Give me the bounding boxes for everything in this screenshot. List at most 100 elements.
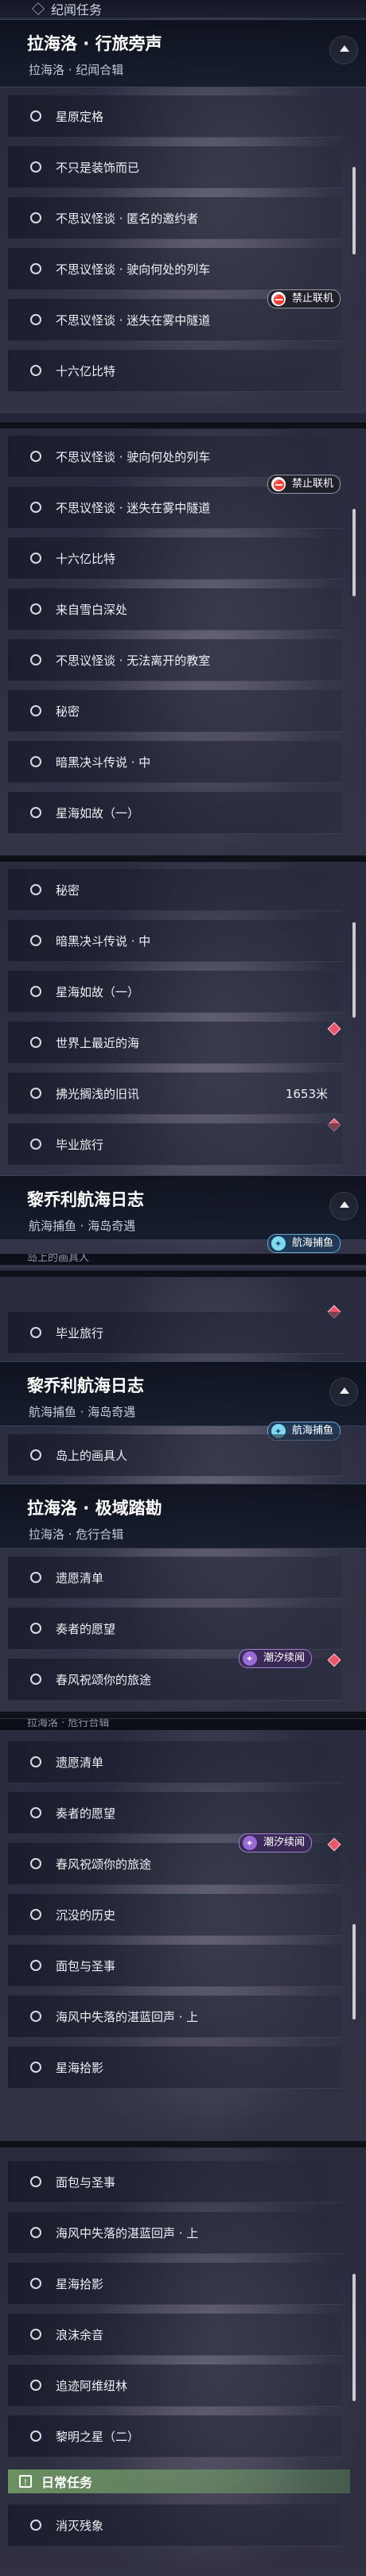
quest-item[interactable]: 秘密 <box>8 690 342 732</box>
quest-item[interactable]: 面包与圣事 <box>8 1945 342 1987</box>
scrollbar[interactable] <box>352 167 356 254</box>
quest-book-icon: ! <box>19 2475 32 2488</box>
quest-item[interactable]: 秘密 <box>8 869 342 911</box>
quest-group-header[interactable]: 黎乔利航海日志 航海捕鱼 · 海岛奇遇 <box>0 1361 366 1426</box>
quest-item[interactable]: 黎明之星（二） <box>8 2415 342 2458</box>
scrollbar[interactable] <box>352 509 356 596</box>
quest-item[interactable]: 星海如故（一） <box>8 971 342 1013</box>
group-subtitle: 拉海洛 · 纪闻合辑 <box>29 63 124 77</box>
quest-item[interactable]: 奏者的愿望 <box>8 1792 342 1834</box>
quest-item[interactable]: 来自雪白深处 <box>8 588 342 630</box>
quest-bullet-icon <box>30 807 41 818</box>
quest-item[interactable]: 不思议怪谈 · 驶向何处的列车 <box>8 436 342 478</box>
quest-label: 黎明之星（二） <box>56 2429 140 2444</box>
quest-label: 暗黑决斗传说 · 中 <box>56 933 151 949</box>
section-divider <box>0 1711 366 1719</box>
quest-label: 追迹阿维纽林 <box>56 2378 128 2393</box>
quest-item[interactable]: 浪沫余音 <box>8 2314 342 2356</box>
quest-label: 浪沫余音 <box>56 2327 104 2342</box>
fishing-icon <box>271 1236 286 1253</box>
quest-label: 星原定格 <box>56 109 104 124</box>
quest-item[interactable]: 海风中失落的湛蓝回声 · 上 <box>8 1996 342 2038</box>
quest-item[interactable]: 星海拾影 <box>8 2046 342 2089</box>
quest-bullet-icon <box>30 986 41 997</box>
collapse-button[interactable] <box>329 1378 358 1406</box>
quest-label: 面包与圣事 <box>56 2174 116 2190</box>
quest-item[interactable]: 不思议怪谈 · 驶向何处的列车 <box>8 248 342 290</box>
quest-bullet-icon <box>30 314 41 325</box>
quest-bullet-icon <box>30 2062 41 2073</box>
quest-bullet-icon <box>30 1960 41 1971</box>
quest-label: 不思议怪谈 · 迷失在雾中隧道 <box>56 500 211 515</box>
clipped-header: 拉海洛 · 危行合辑 <box>0 1719 366 1730</box>
scrollbar[interactable] <box>352 2274 356 2401</box>
quest-bullet-icon <box>30 263 41 274</box>
quest-label: 毕业旅行 <box>56 1325 104 1340</box>
quest-item[interactable]: 不只是装饰而已 <box>8 146 342 188</box>
quest-item[interactable]: 毕业旅行 <box>8 1123 342 1166</box>
scrollbar[interactable] <box>352 922 356 1018</box>
quest-item[interactable]: 星海如故（一） <box>8 792 342 834</box>
quest-bullet-icon <box>30 502 41 513</box>
collapse-button[interactable] <box>329 36 358 64</box>
quest-item[interactable]: 拂光搁浅的旧讯 1653米 <box>8 1073 342 1115</box>
quest-bullet-icon <box>30 756 41 767</box>
quest-label: 岛上的画具人 <box>56 1448 128 1463</box>
quest-item[interactable]: 面包与圣事 <box>8 2161 342 2203</box>
quest-label: 毕业旅行 <box>56 1137 104 1152</box>
group-subtitle: 航海捕鱼 · 海岛奇遇 <box>29 1219 136 1233</box>
quest-item[interactable]: 消灭残象 <box>8 2504 342 2547</box>
quest-item[interactable]: 追迹阿维纽林 <box>8 2365 342 2407</box>
quest-item[interactable]: 奏者的愿望 <box>8 1608 342 1650</box>
tide-tag: 潮汐续闻 <box>239 1833 313 1852</box>
quest-item[interactable]: 星海拾影 <box>8 2263 342 2305</box>
category-breadcrumb: 纪闻任务 <box>0 0 366 17</box>
quest-label: 奏者的愿望 <box>56 1806 116 1821</box>
quest-label: 春风祝颂你的旅途 <box>56 1672 152 1687</box>
quest-item[interactable]: 十六亿比特 <box>8 350 342 392</box>
quest-bullet-icon <box>30 111 41 122</box>
quest-item[interactable]: 毕业旅行 <box>8 1312 342 1354</box>
quest-item[interactable]: 遗愿清单 <box>8 1741 342 1783</box>
quest-item[interactable]: 不思议怪谈 · 匿名的邀约者 <box>8 197 342 239</box>
quest-item[interactable]: 暗黑决斗传说 · 中 <box>8 920 342 962</box>
quest-label: 世界上最近的海 <box>56 1035 140 1050</box>
quest-item[interactable]: 岛上的画具人 <box>8 1434 342 1476</box>
daily-quest-header[interactable]: ! 日常任务 <box>8 2469 350 2493</box>
quest-group-header[interactable]: 拉海洛 · 极域踏勘 拉海洛 · 危行合辑 <box>0 1484 366 1549</box>
quest-item[interactable]: 遗愿清单 <box>8 1557 342 1599</box>
quest-item[interactable]: 暗黑决斗传说 · 中 <box>8 741 342 783</box>
quest-bullet-icon <box>30 1807 41 1818</box>
quest-group-header[interactable]: 黎乔利航海日志 航海捕鱼 · 海岛奇遇 <box>0 1175 366 1240</box>
section-divider <box>0 421 366 429</box>
quest-bullet-icon <box>30 2278 41 2289</box>
quest-item[interactable]: 星原定格 <box>8 95 342 138</box>
quest-item[interactable]: 海风中失落的湛蓝回声 · 上 <box>8 2212 342 2254</box>
daily-title: 日常任务 <box>41 2475 93 2490</box>
quest-bullet-icon <box>30 2329 41 2340</box>
quest-item[interactable]: 十六亿比特 <box>8 537 342 580</box>
quest-bullet-icon <box>30 1909 41 1920</box>
tag-label: 潮汐续闻 <box>263 1837 306 1849</box>
quest-bullet-icon <box>30 365 41 376</box>
collapse-button[interactable] <box>329 1192 358 1220</box>
section-divider <box>0 1270 366 1278</box>
group-title: 拉海洛 · 行旅旁声 <box>27 34 162 53</box>
quest-item[interactable]: 不思议怪谈 · 无法离开的教室 <box>8 639 342 681</box>
quest-bullet-icon <box>30 884 41 895</box>
quest-group-header[interactable]: 拉海洛 · 行旅旁声 拉海洛 · 纪闻合辑 <box>0 19 366 87</box>
group-subtitle: 拉海洛 · 危行合辑 <box>27 1719 110 1729</box>
section-divider <box>0 855 366 863</box>
group-subtitle: 拉海洛 · 危行合辑 <box>29 1527 124 1542</box>
quest-bullet-icon <box>30 2227 41 2238</box>
quest-label: 海风中失落的湛蓝回声 · 上 <box>56 2225 199 2240</box>
quest-bullet-icon <box>30 1088 41 1099</box>
scrollbar[interactable] <box>352 1924 356 2019</box>
tag-label: 禁止联机 <box>292 293 334 305</box>
quest-bullet-icon <box>30 935 41 946</box>
quest-item[interactable]: 沉没的历史 <box>8 1894 342 1936</box>
quest-item[interactable]: 世界上最近的海 <box>8 1022 342 1064</box>
tag-label: 航海捕鱼 <box>292 1237 334 1249</box>
fishing-tag: 航海捕鱼 <box>267 1234 341 1253</box>
ban-icon <box>271 291 286 308</box>
